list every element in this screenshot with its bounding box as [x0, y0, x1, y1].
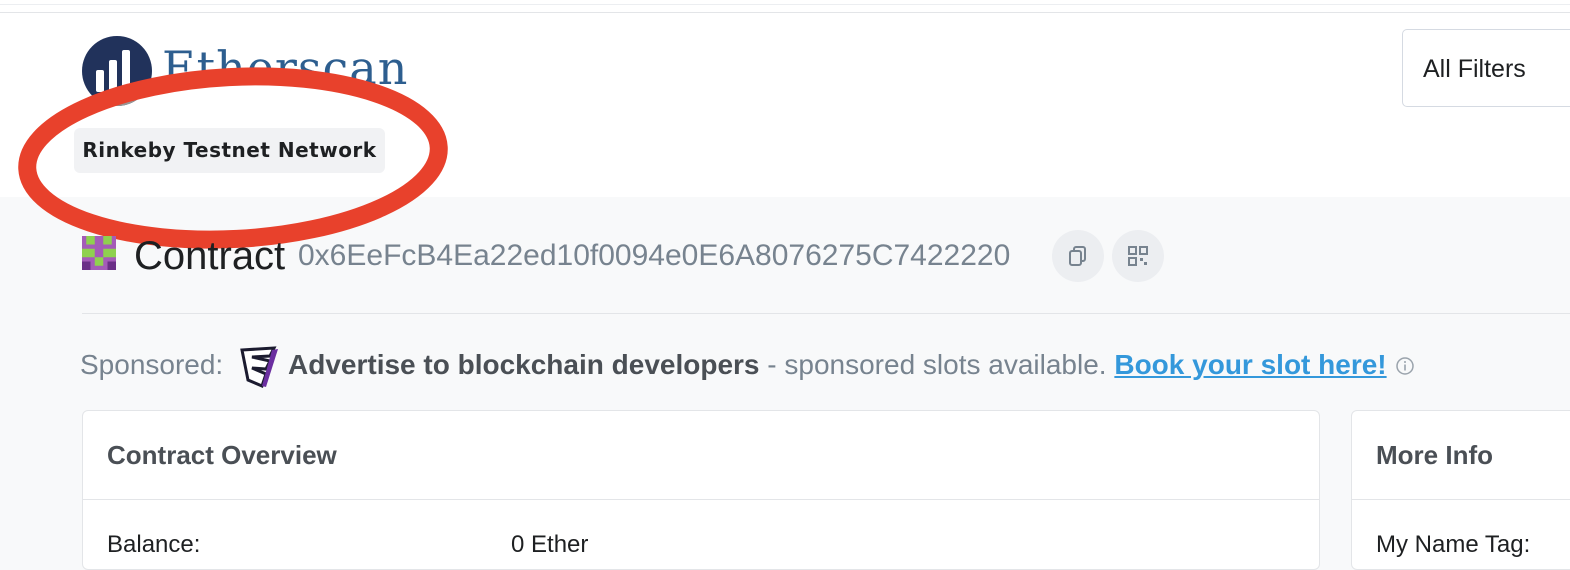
logo-text: Etherscan	[162, 41, 409, 95]
sponsor-logo-icon	[240, 346, 278, 389]
contract-blockie-icon	[82, 236, 116, 270]
info-icon[interactable]	[1395, 346, 1415, 388]
sponsored-headline: Advertise to blockchain developers	[288, 349, 760, 380]
etherscan-logo[interactable]: Etherscan	[82, 36, 412, 108]
more-info-title: More Info	[1376, 440, 1493, 470]
qr-code-icon	[1128, 246, 1148, 266]
balance-label: Balance:	[107, 531, 201, 558]
more-info-card: More Info My Name Tag:	[1351, 410, 1570, 570]
section-divider	[82, 313, 1570, 314]
network-badge: Rinkeby Testnet Network	[74, 128, 385, 173]
card-divider	[1352, 499, 1570, 500]
balance-value: 0 Ether	[511, 531, 589, 558]
etherscan-logo-icon	[82, 36, 152, 106]
sponsored-banner: Sponsored: Advertise to blockchain devel…	[80, 344, 1570, 389]
copy-address-button[interactable]	[1052, 230, 1104, 282]
sponsored-label: Sponsored:	[80, 349, 224, 380]
card-divider	[83, 499, 1319, 500]
search-filter-select[interactable]: All Filters	[1402, 29, 1570, 107]
browser-top-strip	[0, 0, 1570, 13]
book-slot-link[interactable]: Book your slot here!	[1114, 349, 1386, 380]
contract-overview-title: Contract Overview	[107, 440, 337, 470]
sponsored-text: - sponsored slots available.	[759, 349, 1115, 380]
qr-code-button[interactable]	[1112, 230, 1164, 282]
name-tag-label: My Name Tag:	[1376, 531, 1531, 558]
copy-icon	[1069, 246, 1086, 266]
contract-heading: Contract 0x6EeFcB4Ea22ed10f0094e0E6A8076…	[82, 228, 1182, 284]
contract-address: 0x6EeFcB4Ea22ed10f0094e0E6A8076275C74222…	[298, 239, 1011, 272]
contract-overview-card: Contract Overview Balance: 0 Ether	[82, 410, 1320, 570]
contract-label: Contract	[134, 234, 286, 278]
